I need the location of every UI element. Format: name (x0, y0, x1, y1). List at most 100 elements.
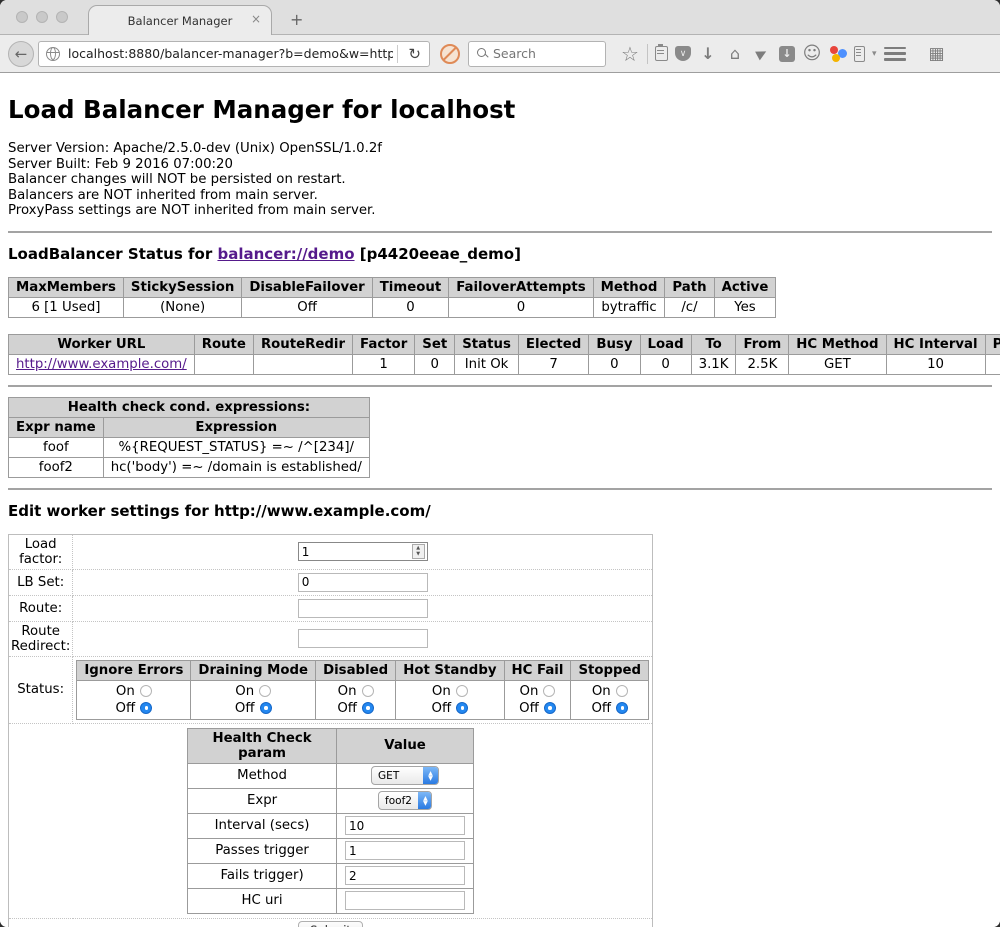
passes-input[interactable] (345, 841, 465, 860)
inherit-note-line: Balancers are NOT inherited from main se… (8, 188, 318, 203)
method-select[interactable]: GET ▲▼ (371, 766, 439, 785)
lb-set-input[interactable] (298, 573, 428, 592)
health-check-expressions-table: Health check cond. expressions: Expr nam… (8, 397, 370, 478)
overflow-caret-icon[interactable]: ▾ (872, 49, 877, 59)
hc-fail-radios: On Off (504, 680, 571, 719)
search-box[interactable] (468, 41, 606, 67)
content-blocked-icon[interactable] (440, 44, 460, 64)
back-button[interactable]: ← (8, 41, 34, 67)
tab-close-icon[interactable]: × (251, 13, 261, 25)
number-spinner-icon[interactable]: ▲▼ (412, 544, 425, 559)
battery-extension-icon[interactable] (854, 46, 865, 62)
load-factor-row: Load factor: ▲▼ (9, 534, 653, 569)
downloads-icon[interactable]: ↓ (698, 44, 718, 64)
reload-icon[interactable]: ↻ (400, 45, 429, 63)
site-identity-globe-icon[interactable] (46, 47, 60, 61)
route-input[interactable] (298, 599, 428, 618)
browser-tab[interactable]: Balancer Manager × (88, 5, 272, 35)
new-tab-button[interactable]: + (290, 12, 303, 28)
disabled-off-radio[interactable] (362, 702, 374, 714)
status-row: Status: Ignore Errors Draining Mode Disa… (9, 656, 653, 723)
table-row: http://www.example.com/ 1 0 Init Ok 7 0 … (9, 354, 1000, 374)
menu-hamburger-icon[interactable] (884, 47, 906, 61)
url-bar[interactable]: ↻ (38, 41, 430, 67)
hc-fail-off-radio[interactable] (544, 702, 556, 714)
worker-url-link[interactable]: http://www.example.com/ (16, 357, 187, 372)
server-info: Server Version: Apache/2.5.0-dev (Unix) … (8, 141, 992, 219)
load-factor-field-wrap: ▲▼ (298, 542, 428, 561)
draining-mode-on-radio[interactable] (259, 685, 271, 697)
select-arrows-icon: ▲▼ (418, 792, 432, 809)
route-redirect-input[interactable] (298, 629, 428, 648)
divider (8, 231, 992, 233)
server-version-line: Server Version: Apache/2.5.0-dev (Unix) … (8, 141, 382, 156)
table-header-row: MaxMembers StickySession DisableFailover… (9, 277, 776, 297)
ignore-errors-on-radio[interactable] (140, 685, 152, 697)
send-tab-icon[interactable]: ▶ (748, 40, 775, 67)
reading-list-icon[interactable] (655, 46, 668, 61)
feedback-smiley-icon[interactable]: ☺ (802, 44, 822, 64)
table-row: foof %{REQUEST_STATUS} =~ /^[234]/ (9, 437, 370, 457)
pocket-icon[interactable]: ∨ (675, 46, 691, 61)
urlbar-divider (397, 45, 398, 63)
search-icon (477, 48, 486, 57)
stopped-off-radio[interactable] (616, 702, 628, 714)
method-label: Method (188, 763, 337, 788)
route-redirect-label: Route Redirect: (9, 621, 73, 656)
load-factor-input[interactable] (298, 542, 428, 561)
passes-row: Passes trigger (188, 838, 474, 863)
interval-row: Interval (secs) (188, 813, 474, 838)
expr-row: Expr foof2 ▲▼ (188, 788, 474, 813)
extension-download-icon[interactable]: ↓ (779, 46, 795, 62)
hc-uri-label: HC uri (188, 888, 337, 913)
table-header-row: Expr name Expression (9, 417, 370, 437)
close-window-button[interactable] (16, 11, 28, 23)
balancer-status-table: MaxMembers StickySession DisableFailover… (8, 277, 776, 318)
divider (8, 488, 992, 490)
table-header-row: Health Check param Value (188, 728, 474, 763)
disabled-on-radio[interactable] (362, 685, 374, 697)
hc-fail-on-radio[interactable] (543, 685, 555, 697)
table-row: 6 [1 Used] (None) Off 0 0 bytraffic /c/ … (9, 297, 776, 317)
tab-title: Balancer Manager (128, 14, 233, 28)
proxypass-note-line: ProxyPass settings are NOT inherited fro… (8, 203, 376, 218)
lb-set-label: LB Set: (9, 569, 73, 595)
route-row: Route: (9, 595, 653, 621)
search-input[interactable] (491, 45, 605, 62)
health-check-params-row: Health Check param Value Method GET ▲▼ (9, 723, 653, 918)
ignore-errors-off-radio[interactable] (140, 702, 152, 714)
toolbar-separator (647, 44, 648, 64)
interval-input[interactable] (345, 816, 465, 835)
browser-window: Balancer Manager × + ← ↻ ☆ ∨ ↓ ⌂ ▶ ↓ ☺ (0, 0, 1000, 927)
expr-select[interactable]: foof2 ▲▼ (378, 791, 432, 810)
health-check-param-table: Health Check param Value Method GET ▲▼ (187, 728, 474, 914)
traffic-lights (16, 11, 68, 23)
submit-row: Submit (9, 918, 653, 927)
balancer-demo-link[interactable]: balancer://demo (217, 245, 354, 263)
tab-groups-grid-icon[interactable]: ▦ (927, 44, 947, 64)
page-title: Load Balancer Manager for localhost (8, 95, 992, 124)
hot-standby-on-radio[interactable] (456, 685, 468, 697)
home-icon[interactable]: ⌂ (725, 44, 745, 64)
hot-standby-off-radio[interactable] (456, 702, 468, 714)
status-label: Status: (9, 656, 73, 723)
bookmark-star-icon[interactable]: ☆ (620, 44, 640, 64)
colored-dots-extension-icon[interactable] (829, 45, 847, 62)
persist-note-line: Balancer changes will NOT be persisted o… (8, 172, 346, 187)
minimize-window-button[interactable] (36, 11, 48, 23)
draining-mode-off-radio[interactable] (260, 702, 272, 714)
disabled-radios: On Off (316, 680, 396, 719)
draining-mode-radios: On Off (191, 680, 316, 719)
zoom-window-button[interactable] (56, 11, 68, 23)
fails-input[interactable] (345, 866, 465, 885)
hc-uri-row: HC uri (188, 888, 474, 913)
stopped-radios: On Off (571, 680, 649, 719)
table-title-row: Health check cond. expressions: (9, 397, 370, 417)
route-redirect-row: Route Redirect: (9, 621, 653, 656)
divider (8, 385, 992, 387)
url-input[interactable] (66, 45, 395, 62)
hc-uri-input[interactable] (345, 891, 465, 910)
stopped-on-radio[interactable] (616, 685, 628, 697)
submit-button[interactable]: Submit (298, 921, 363, 927)
route-label: Route: (9, 595, 73, 621)
